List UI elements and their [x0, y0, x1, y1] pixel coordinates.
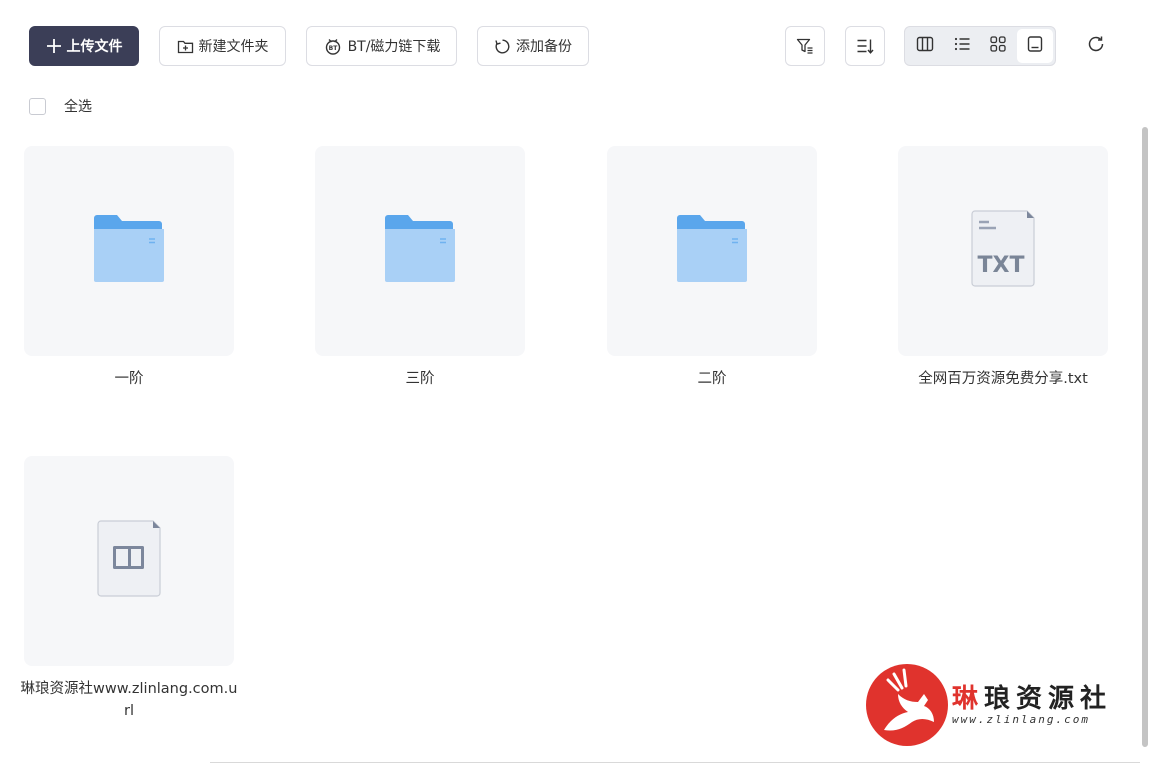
add-backup-button[interactable]: 添加备份: [477, 26, 589, 66]
file-name[interactable]: 三阶: [315, 368, 525, 390]
upload-file-label: 上传文件: [66, 39, 123, 55]
folder-add-icon: [177, 39, 194, 54]
add-backup-label: 添加备份: [516, 39, 572, 55]
view-mode-switcher: [904, 26, 1056, 66]
bt-magnet-download-label: BT/磁力链下载: [347, 39, 441, 55]
file-name[interactable]: 一阶: [24, 368, 234, 390]
divider: [210, 762, 1140, 763]
filter-button[interactable]: [785, 26, 825, 66]
select-all-checkbox[interactable]: [29, 97, 46, 115]
folder-icon: [675, 215, 749, 287]
file-name[interactable]: 二阶: [607, 368, 817, 390]
refresh-icon: [1086, 34, 1106, 58]
grid-view-button[interactable]: [980, 29, 1017, 63]
list-icon: [953, 35, 971, 57]
toolbar: 上传文件 新建文件夹 BT BT/磁力链下载 添加备份: [0, 0, 1150, 90]
sort-icon: [856, 37, 874, 55]
file-item-txt[interactable]: TXT 全网百万资源免费分享.txt: [898, 146, 1108, 390]
svg-text:BT: BT: [328, 45, 338, 52]
select-all-label: 全选: [64, 99, 92, 115]
file-item-folder-3[interactable]: 二阶: [607, 146, 817, 390]
file-thumbnail[interactable]: [315, 146, 525, 356]
txt-badge: TXT: [978, 253, 1025, 278]
watermark-title: 琳琅资源社: [952, 684, 1113, 714]
plus-icon: [46, 38, 62, 54]
refresh-button[interactable]: [1076, 26, 1116, 66]
upload-file-button[interactable]: 上传文件: [29, 26, 139, 66]
bt-magnet-download-button[interactable]: BT BT/磁力链下载: [306, 26, 457, 66]
grid-icon: [989, 35, 1007, 57]
sort-button[interactable]: [845, 26, 885, 66]
file-thumbnail[interactable]: [24, 456, 234, 666]
thumbnail-view-button[interactable]: [1016, 29, 1053, 63]
file-name[interactable]: 琳琅资源社www.zlinlang.com.url: [18, 678, 240, 722]
folder-icon: [92, 215, 166, 287]
dragon-logo-icon: [866, 664, 948, 746]
thumbnail-icon: [1026, 35, 1044, 57]
list-view-button[interactable]: [944, 29, 981, 63]
new-folder-label: 新建文件夹: [198, 39, 269, 55]
columns-icon: [916, 35, 934, 57]
columns-view-button[interactable]: [907, 29, 944, 63]
watermark-logo: 琳琅资源社 www.zlinlang.com: [864, 660, 1134, 750]
file-thumbnail[interactable]: [24, 146, 234, 356]
file-item-folder-1[interactable]: 一阶: [24, 146, 234, 390]
file-item-url[interactable]: 琳琅资源社www.zlinlang.com.url: [21, 456, 237, 722]
file-name[interactable]: 全网百万资源免费分享.txt: [892, 368, 1114, 390]
file-item-folder-2[interactable]: 三阶: [315, 146, 525, 390]
watermark-url: www.zlinlang.com: [952, 713, 1090, 726]
txt-file-icon: TXT: [970, 210, 1036, 292]
bt-icon: BT: [323, 38, 343, 55]
select-all[interactable]: 全选: [29, 96, 92, 116]
folder-icon: [383, 215, 457, 287]
scrollbar-thumb[interactable]: [1142, 127, 1148, 747]
url-file-icon: [96, 520, 162, 602]
filter-icon: [796, 37, 814, 55]
file-thumbnail[interactable]: [607, 146, 817, 356]
new-folder-button[interactable]: 新建文件夹: [159, 26, 286, 66]
backup-sync-icon: [494, 38, 511, 55]
file-thumbnail[interactable]: TXT: [898, 146, 1108, 356]
